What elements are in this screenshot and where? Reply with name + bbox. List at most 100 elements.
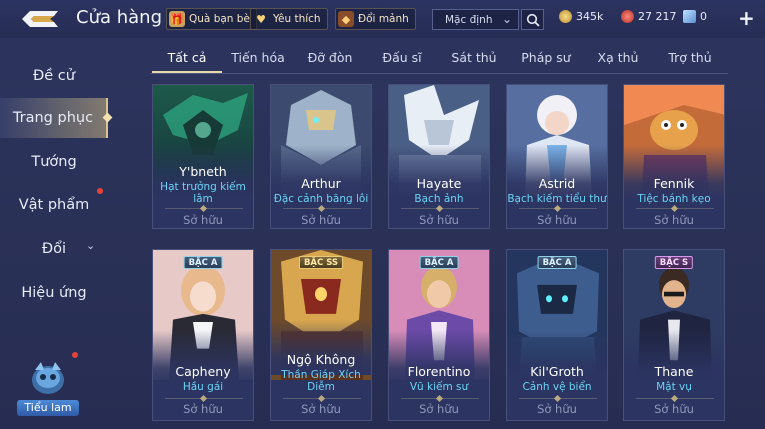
friend-gift-label: Quà bạn bè [189, 13, 250, 25]
hero-name: Thane [654, 364, 694, 379]
voucher-balance: 0 [683, 10, 707, 23]
sidebar-item-items[interactable]: Vật phẩm [0, 185, 108, 225]
voucher-amount: 0 [700, 10, 707, 23]
divider-diamond-icon [199, 204, 208, 213]
mascot-button[interactable]: Tiểu lam [17, 352, 79, 426]
gold-amount: 345k [576, 10, 604, 23]
owned-status: Sở hữu [537, 213, 577, 227]
skin-name: Tiệc bánh kẹo [637, 193, 711, 205]
skin-name: Hạt trưởng kiếm lâm [160, 181, 246, 205]
gold-balance: 345k [559, 10, 603, 23]
tier-badge: BẬC A [183, 256, 223, 269]
chevron-down-icon: ⌄ [501, 12, 512, 26]
tier-badge: BẬC S [654, 256, 694, 269]
sidebar-item-effects[interactable]: Hiệu ứng [0, 273, 108, 313]
divider-diamond-icon [670, 394, 679, 403]
sidebar-item-recommended[interactable]: Đề cử [0, 56, 108, 96]
search-icon [526, 13, 540, 27]
favorites-label: Yêu thích [273, 13, 321, 25]
hero-name: Ngộ Không [286, 352, 356, 367]
mascot-label: Tiểu lam [17, 400, 79, 416]
skin-card[interactable]: Hayate Bạch ảnh Sở hữu [388, 84, 490, 229]
sidebar-item-label: Hiệu ứng [21, 285, 87, 301]
notification-dot [97, 188, 103, 194]
tab-support[interactable]: Trợ thủ [668, 50, 711, 65]
owned-status: Sở hữu [654, 402, 694, 416]
owned-status: Sở hữu [419, 402, 459, 416]
tab-tank[interactable]: Đỡ đòn [308, 50, 353, 65]
sort-value: Mặc định [445, 13, 493, 26]
hero-name: Kil'Groth [530, 364, 584, 379]
card-fade [507, 145, 607, 200]
tabs-divider [150, 73, 728, 74]
sidebar: Đề cử Trang phục Tướng Vật phẩm Đổi ⌄ Hi… [0, 38, 113, 429]
skin-card[interactable]: Y'bneth Hạt trưởng kiếm lâm Sở hữu [152, 84, 254, 229]
skin-card[interactable]: BẬC S Thane Mật vụ Sở hữu [623, 249, 725, 421]
friend-gift-button[interactable]: 🎁 Quà bạn bè [166, 8, 257, 30]
skin-card[interactable]: BẬC A Kil'Groth Cảnh vệ biển Sở hữu [506, 249, 608, 421]
sidebar-item-label: Trang phục [12, 110, 94, 126]
shard-icon: ◆ [338, 11, 354, 27]
skin-name: Mật vụ [656, 381, 692, 393]
divider-diamond-icon [317, 204, 326, 213]
top-bar: Cửa hàng 🎁 Quà bạn bè ♥ Yêu thích ◆ Đổi … [0, 0, 765, 38]
coupon-amount: 27 217 [638, 10, 677, 23]
divider-diamond-icon [553, 394, 562, 403]
skin-name: Cảnh vệ biển [522, 381, 592, 393]
tier-badge: BẬC A [537, 256, 577, 269]
hero-name: Arthur [301, 176, 341, 191]
skin-card[interactable]: Fennik Tiệc bánh kẹo Sở hữu [623, 84, 725, 229]
gold-coin-icon [559, 10, 572, 23]
sort-dropdown[interactable]: Mặc định ⌄ [432, 9, 519, 30]
card-fade [624, 145, 724, 200]
skin-card[interactable]: Arthur Đặc cảnh băng lôi Sở hữu [270, 84, 372, 229]
page-title: Cửa hàng [76, 7, 163, 28]
skin-card[interactable]: Astrid Bạch kiếm tiểu thư Sở hữu [506, 84, 608, 229]
skin-card[interactable]: BẬC SS Ngộ Không Thần Giáp Xích Diễm Sở … [270, 249, 372, 421]
skin-card[interactable]: BẬC A Capheny Hầu gái Sở hữu [152, 249, 254, 421]
add-currency-button[interactable]: + [738, 6, 755, 30]
hero-name: Capheny [175, 364, 231, 379]
tab-assassin[interactable]: Sát thủ [451, 50, 496, 65]
owned-status: Sở hữu [183, 402, 223, 416]
sidebar-item-heroes[interactable]: Tướng [0, 142, 108, 182]
hero-name: Y'bneth [179, 164, 227, 179]
hero-name: Fennik [653, 176, 695, 191]
active-indicator-icon [102, 112, 113, 123]
tab-all[interactable]: Tất cả [168, 50, 207, 65]
skin-card[interactable]: BẬC A Florentino Vũ kiếm sư Sở hữu [388, 249, 490, 421]
skin-name: Bạch kiếm tiểu thư [507, 193, 607, 205]
divider-diamond-icon [553, 204, 562, 213]
exchange-shards-label: Đổi mảnh [358, 13, 409, 25]
owned-status: Sở hữu [654, 213, 694, 227]
gift-icon: 🎁 [169, 11, 185, 27]
hero-name: Florentino [407, 364, 471, 379]
card-fade [389, 145, 489, 200]
heart-icon: ♥ [256, 12, 266, 26]
coupon-balance: 27 217 [621, 10, 677, 23]
divider-diamond-icon [317, 394, 326, 403]
active-tab-underline [152, 71, 222, 73]
sidebar-item-skins[interactable]: Trang phục [0, 98, 113, 138]
sidebar-item-label: Đề cử [33, 68, 75, 84]
tab-evolution[interactable]: Tiến hóa [231, 50, 285, 65]
divider-diamond-icon [670, 204, 679, 213]
mascot-icon [32, 362, 64, 394]
skin-name: Đặc cảnh băng lôi [273, 193, 369, 205]
tab-marksman[interactable]: Xạ thủ [598, 50, 639, 65]
divider-diamond-icon [199, 394, 208, 403]
ruby-icon [621, 10, 634, 23]
sidebar-item-exchange[interactable]: Đổi ⌄ [0, 229, 108, 269]
search-button[interactable] [521, 9, 544, 30]
favorites-button[interactable]: ♥ Yêu thích [250, 8, 328, 30]
back-button[interactable] [20, 7, 60, 31]
tier-badge: BẬC A [419, 256, 459, 269]
skin-name: Hầu gái [182, 381, 224, 393]
sidebar-item-label: Vật phẩm [18, 197, 90, 213]
tab-fighter[interactable]: Đấu sĩ [382, 50, 421, 65]
owned-status: Sở hữu [301, 402, 341, 416]
tab-mage[interactable]: Pháp sư [521, 50, 570, 65]
exchange-shards-button[interactable]: ◆ Đổi mảnh [335, 8, 416, 30]
back-arrow-icon [22, 11, 58, 27]
skin-name: Thần Giáp Xích Diễm [281, 369, 361, 393]
